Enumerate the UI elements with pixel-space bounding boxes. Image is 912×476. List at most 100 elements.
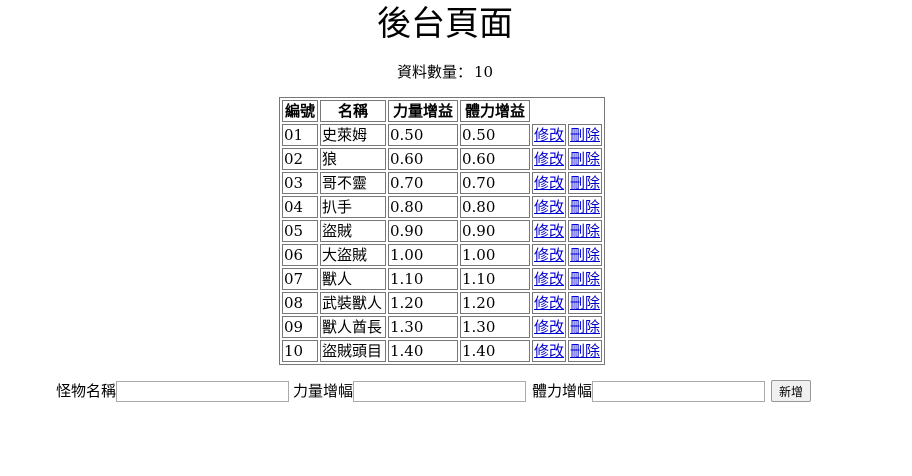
cell-edit: 修改 — [532, 172, 567, 194]
delete-link[interactable]: 刪除 — [570, 318, 600, 336]
cell-strength-bonus: 1.00 — [388, 244, 458, 266]
table-body: 01 史萊姆 0.50 0.50 修改 刪除 02 狼 0.60 0.60 修改 刪除 03 哥不靈 0.7… — [282, 124, 603, 362]
page-title: 後台頁面 — [377, 4, 513, 44]
cell-strength-bonus: 0.50 — [388, 124, 458, 146]
strength-input[interactable] — [353, 380, 527, 402]
edit-link[interactable]: 修改 — [534, 150, 564, 168]
cell-name: 扒手 — [320, 196, 386, 218]
cell-id: 02 — [282, 148, 318, 170]
cell-edit: 修改 — [532, 316, 567, 338]
cell-edit: 修改 — [532, 292, 567, 314]
cell-stamina-bonus: 0.70 — [460, 172, 530, 194]
cell-stamina-bonus: 1.40 — [460, 340, 530, 362]
cell-delete: 刪除 — [568, 292, 603, 314]
header-blank-edit — [532, 100, 566, 122]
table-row: 08 武裝獸人 1.20 1.20 修改 刪除 — [282, 292, 603, 314]
delete-link[interactable]: 刪除 — [570, 294, 600, 312]
edit-link[interactable]: 修改 — [534, 174, 564, 192]
cell-edit: 修改 — [532, 220, 567, 242]
header-blank-delete — [568, 100, 602, 122]
table-row: 02 狼 0.60 0.60 修改 刪除 — [282, 148, 603, 170]
cell-edit: 修改 — [532, 196, 567, 218]
record-count-label: 資料數量： — [396, 63, 472, 81]
edit-link[interactable]: 修改 — [534, 342, 564, 360]
cell-delete: 刪除 — [568, 172, 603, 194]
edit-link[interactable]: 修改 — [534, 126, 564, 144]
cell-delete: 刪除 — [568, 340, 603, 362]
cell-stamina-bonus: 1.20 — [460, 292, 530, 314]
table-row: 05 盜賊 0.90 0.90 修改 刪除 — [282, 220, 603, 242]
cell-stamina-bonus: 1.30 — [460, 316, 530, 338]
cell-id: 09 — [282, 316, 318, 338]
delete-link[interactable]: 刪除 — [570, 342, 600, 360]
cell-delete: 刪除 — [568, 124, 603, 146]
cell-id: 08 — [282, 292, 318, 314]
delete-link[interactable]: 刪除 — [570, 174, 600, 192]
cell-edit: 修改 — [532, 148, 567, 170]
strength-label: 力量增幅 — [293, 382, 354, 400]
record-count-value: 10 — [473, 63, 494, 81]
cell-stamina-bonus: 0.90 — [460, 220, 530, 242]
cell-strength-bonus: 1.10 — [388, 268, 458, 290]
delete-link[interactable]: 刪除 — [570, 246, 600, 264]
stamina-label: 體力增幅 — [532, 382, 593, 400]
cell-stamina-bonus: 0.50 — [460, 124, 530, 146]
cell-id: 03 — [282, 172, 318, 194]
delete-link[interactable]: 刪除 — [570, 126, 600, 144]
stamina-input[interactable] — [592, 380, 766, 402]
table-row: 09 獸人酋長 1.30 1.30 修改 刪除 — [282, 316, 603, 338]
cell-edit: 修改 — [532, 268, 567, 290]
cell-strength-bonus: 1.30 — [388, 316, 458, 338]
delete-link[interactable]: 刪除 — [570, 198, 600, 216]
cell-delete: 刪除 — [568, 196, 603, 218]
cell-strength-bonus: 1.40 — [388, 340, 458, 362]
cell-id: 05 — [282, 220, 318, 242]
delete-link[interactable]: 刪除 — [570, 150, 600, 168]
table-row: 10 盜賊頭目 1.40 1.40 修改 刪除 — [282, 340, 603, 362]
cell-name: 大盜賊 — [320, 244, 386, 266]
cell-delete: 刪除 — [568, 220, 603, 242]
cell-edit: 修改 — [532, 340, 567, 362]
table-row: 01 史萊姆 0.50 0.50 修改 刪除 — [282, 124, 603, 146]
monster-table: 編號 名稱 力量增益 體力增益 01 史萊姆 0.50 0.50 修改 刪除 02 狼 0.60… — [279, 97, 606, 365]
table-row: 03 哥不靈 0.70 0.70 修改 刪除 — [282, 172, 603, 194]
cell-name: 盜賊頭目 — [320, 340, 386, 362]
edit-link[interactable]: 修改 — [534, 270, 564, 288]
cell-name: 盜賊 — [320, 220, 386, 242]
header-stamina-bonus: 體力增益 — [460, 100, 530, 122]
monster-name-input[interactable] — [116, 380, 290, 402]
edit-link[interactable]: 修改 — [534, 294, 564, 312]
table-row: 07 獸人 1.10 1.10 修改 刪除 — [282, 268, 603, 290]
delete-link[interactable]: 刪除 — [570, 270, 600, 288]
cell-id: 06 — [282, 244, 318, 266]
cell-name: 武裝獸人 — [320, 292, 386, 314]
cell-delete: 刪除 — [568, 316, 603, 338]
table-header-row: 編號 名稱 力量增益 體力增益 — [282, 100, 602, 122]
cell-id: 04 — [282, 196, 318, 218]
cell-name: 哥不靈 — [320, 172, 386, 194]
cell-name: 史萊姆 — [320, 124, 386, 146]
cell-strength-bonus: 0.80 — [388, 196, 458, 218]
add-button[interactable]: 新增 — [771, 380, 812, 402]
table-row: 04 扒手 0.80 0.80 修改 刪除 — [282, 196, 603, 218]
cell-delete: 刪除 — [568, 268, 603, 290]
cell-delete: 刪除 — [568, 244, 603, 266]
delete-link[interactable]: 刪除 — [570, 222, 600, 240]
table-row: 06 大盜賊 1.00 1.00 修改 刪除 — [282, 244, 603, 266]
cell-name: 獸人 — [320, 268, 386, 290]
cell-stamina-bonus: 0.60 — [460, 148, 530, 170]
monster-name-label: 怪物名稱 — [56, 382, 117, 400]
header-id: 編號 — [282, 100, 318, 122]
cell-strength-bonus: 0.70 — [388, 172, 458, 194]
cell-stamina-bonus: 1.10 — [460, 268, 530, 290]
cell-edit: 修改 — [532, 124, 567, 146]
edit-link[interactable]: 修改 — [534, 318, 564, 336]
cell-edit: 修改 — [532, 244, 567, 266]
header-strength-bonus: 力量增益 — [388, 100, 458, 122]
cell-id: 01 — [282, 124, 318, 146]
edit-link[interactable]: 修改 — [534, 222, 564, 240]
cell-id: 07 — [282, 268, 318, 290]
cell-delete: 刪除 — [568, 148, 603, 170]
edit-link[interactable]: 修改 — [534, 246, 564, 264]
edit-link[interactable]: 修改 — [534, 198, 564, 216]
